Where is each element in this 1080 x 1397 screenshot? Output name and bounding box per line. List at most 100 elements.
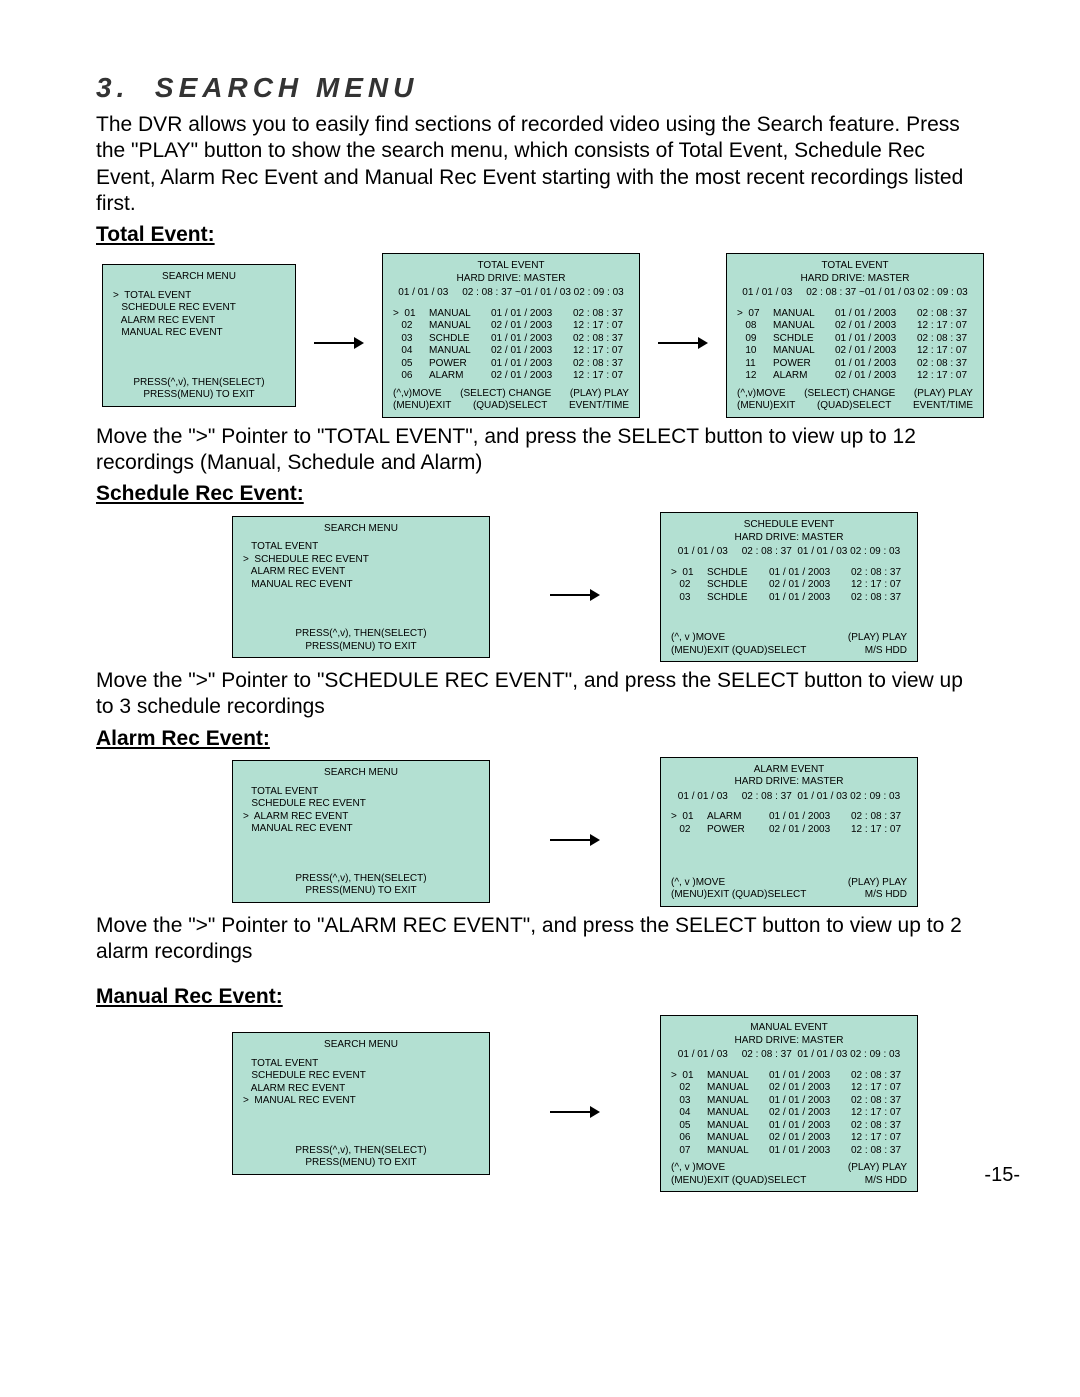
menu-item[interactable]: SCHEDULE REC EVENT <box>243 1070 479 1083</box>
table-row[interactable]: 05POWER01 / 01 / 200302 : 08 : 37 <box>393 358 629 371</box>
screen-title: SEARCH MENU <box>243 767 479 780</box>
total-event-screen-1: TOTAL EVENTHARD DRIVE: MASTER01 / 01 / 0… <box>382 253 640 418</box>
menu-item[interactable]: TOTAL EVENT <box>243 1058 479 1071</box>
date-range: 01 / 01 / 03 02 : 08 : 37 ~01 / 01 / 03 … <box>393 287 629 300</box>
table-row[interactable]: 05MANUAL01 / 01 / 200302 : 08 : 37 <box>671 1120 907 1133</box>
hint: (^, v )MOVE(PLAY) PLAY(MENU)EXIT (QUAD)S… <box>671 1161 907 1187</box>
table-row[interactable]: > 01ALARM01 / 01 / 200302 : 08 : 37 <box>671 811 907 824</box>
event-table: > 01SCHDLE01 / 01 / 200302 : 08 : 37 02S… <box>671 567 907 628</box>
table-row[interactable]: 02SCHDLE02 / 01 / 200312 : 17 : 07 <box>671 579 907 592</box>
screen-title: ALARM EVENT <box>671 764 907 777</box>
event-table: > 01ALARM01 / 01 / 200302 : 08 : 37 02PO… <box>671 811 907 872</box>
hard-drive-label: HARD DRIVE: MASTER <box>671 776 907 789</box>
date-range: 01 / 01 / 03 02 : 08 : 37 01 / 01 / 03 0… <box>671 791 907 804</box>
arrow-icon <box>658 329 708 357</box>
screen-title: MANUAL EVENT <box>671 1022 907 1035</box>
manual-event-screen: MANUAL EVENTHARD DRIVE: MASTER01 / 01 / … <box>660 1015 918 1192</box>
screen-title: TOTAL EVENT <box>393 260 629 273</box>
menu-item[interactable]: ALARM REC EVENT <box>113 315 285 328</box>
menu-item[interactable]: TOTAL EVENT <box>243 786 479 799</box>
menu-item[interactable]: > MANUAL REC EVENT <box>243 1095 479 1108</box>
date-range: 01 / 01 / 03 02 : 08 : 37 01 / 01 / 03 0… <box>671 546 907 559</box>
arrow-icon <box>550 581 600 609</box>
table-row[interactable]: > 01MANUAL01 / 01 / 200302 : 08 : 37 <box>671 1070 907 1083</box>
table-row[interactable]: > 01SCHDLE01 / 01 / 200302 : 08 : 37 <box>671 567 907 580</box>
table-row[interactable]: 10MANUAL02 / 01 / 200312 : 17 : 07 <box>737 345 973 358</box>
total-event-header: Total Event: <box>96 223 984 247</box>
hard-drive-label: HARD DRIVE: MASTER <box>671 532 907 545</box>
hard-drive-label: HARD DRIVE: MASTER <box>737 273 973 286</box>
hint: (^,v)MOVE(SELECT) CHANGE(PLAY) PLAY(MENU… <box>393 387 629 413</box>
menu-item[interactable]: MANUAL REC EVENT <box>113 327 285 340</box>
arrow-icon <box>550 826 600 854</box>
alarm-row: SEARCH MENU TOTAL EVENT SCHEDULE REC EVE… <box>166 757 984 907</box>
table-row[interactable]: 04MANUAL02 / 01 / 200312 : 17 : 07 <box>671 1107 907 1120</box>
menu-item[interactable]: ALARM REC EVENT <box>243 1083 479 1096</box>
menu-item[interactable]: > SCHEDULE REC EVENT <box>243 554 479 567</box>
menu-item[interactable]: MANUAL REC EVENT <box>243 823 479 836</box>
menu-item[interactable]: TOTAL EVENT <box>243 541 479 554</box>
alarm-text: Move the ">" Pointer to "ALARM REC EVENT… <box>96 913 984 966</box>
screen-title: SEARCH MENU <box>113 271 285 284</box>
hint: (^, v )MOVE(PLAY) PLAY(MENU)EXIT (QUAD)S… <box>671 631 907 657</box>
search-menu-screen-manual: SEARCH MENU TOTAL EVENT SCHEDULE REC EVE… <box>232 1032 490 1175</box>
table-row[interactable]: 08MANUAL02 / 01 / 200312 : 17 : 07 <box>737 320 973 333</box>
total-event-screen-2: TOTAL EVENTHARD DRIVE: MASTER01 / 01 / 0… <box>726 253 984 418</box>
table-row[interactable]: 03SCHDLE01 / 01 / 200302 : 08 : 37 <box>671 592 907 605</box>
section-title: 3. SEARCH MENU <box>96 72 984 104</box>
schedule-text: Move the ">" Pointer to "SCHEDULE REC EV… <box>96 668 984 721</box>
total-event-text: Move the ">" Pointer to "TOTAL EVENT", a… <box>96 424 984 477</box>
manual-row: SEARCH MENU TOTAL EVENT SCHEDULE REC EVE… <box>166 1015 984 1192</box>
menu-item[interactable]: > TOTAL EVENT <box>113 290 285 303</box>
screen-title: TOTAL EVENT <box>737 260 973 273</box>
table-row[interactable]: 06MANUAL02 / 01 / 200312 : 17 : 07 <box>671 1132 907 1145</box>
search-menu-screen-schedule: SEARCH MENU TOTAL EVENT> SCHEDULE REC EV… <box>232 516 490 659</box>
table-row[interactable]: 12ALARM02 / 01 / 200312 : 17 : 07 <box>737 370 973 383</box>
schedule-event-screen: SCHEDULE EVENTHARD DRIVE: MASTER01 / 01 … <box>660 512 918 662</box>
menu-item[interactable]: SCHEDULE REC EVENT <box>243 798 479 811</box>
table-row[interactable]: 02POWER02 / 01 / 200312 : 17 : 07 <box>671 824 907 837</box>
date-range: 01 / 01 / 03 02 : 08 : 37 01 / 01 / 03 0… <box>671 1049 907 1062</box>
table-row[interactable]: 11POWER01 / 01 / 200302 : 08 : 37 <box>737 358 973 371</box>
table-row[interactable]: 02MANUAL02 / 01 / 200312 : 17 : 07 <box>671 1082 907 1095</box>
search-menu-screen-total: SEARCH MENU > TOTAL EVENT SCHEDULE REC EV… <box>102 264 296 407</box>
total-event-row: SEARCH MENU > TOTAL EVENT SCHEDULE REC EV… <box>102 253 984 418</box>
intro-text: The DVR allows you to easily find sectio… <box>96 112 984 217</box>
hint: (^,v)MOVE(SELECT) CHANGE(PLAY) PLAY(MENU… <box>737 387 973 413</box>
menu-item[interactable]: ALARM REC EVENT <box>243 566 479 579</box>
search-menu-screen-alarm: SEARCH MENU TOTAL EVENT SCHEDULE REC EVE… <box>232 760 490 903</box>
arrow-icon <box>314 329 364 357</box>
schedule-header: Schedule Rec Event: <box>96 482 984 506</box>
alarm-event-screen: ALARM EVENTHARD DRIVE: MASTER 01 / 01 / 0… <box>660 757 918 907</box>
event-table: > 01MANUAL01 / 01 / 200302 : 08 : 37 02M… <box>671 1070 907 1158</box>
screen-title: SEARCH MENU <box>243 523 479 536</box>
screen-title: SEARCH MENU <box>243 1039 479 1052</box>
hard-drive-label: HARD DRIVE: MASTER <box>671 1035 907 1048</box>
event-table: > 07MANUAL01 / 01 / 200302 : 08 : 37 08M… <box>737 308 973 383</box>
manual-header: Manual Rec Event: <box>96 985 984 1009</box>
hint: PRESS(^,v), THEN(SELECT)PRESS(MENU) TO E… <box>243 872 479 898</box>
menu-item[interactable]: > ALARM REC EVENT <box>243 811 479 824</box>
menu-item[interactable]: SCHEDULE REC EVENT <box>113 302 285 315</box>
table-row[interactable]: 03MANUAL01 / 01 / 200302 : 08 : 37 <box>671 1095 907 1108</box>
table-row[interactable]: 07MANUAL01 / 01 / 200302 : 08 : 37 <box>671 1145 907 1158</box>
table-row[interactable]: 02MANUAL02 / 01 / 200312 : 17 : 07 <box>393 320 629 333</box>
hint: PRESS(^,v), THEN(SELECT)PRESS(MENU) TO E… <box>113 376 285 402</box>
hard-drive-label: HARD DRIVE: MASTER <box>393 273 629 286</box>
hint: PRESS(^,v), THEN(SELECT)PRESS(MENU) TO E… <box>243 627 479 653</box>
alarm-header: Alarm Rec Event: <box>96 727 984 751</box>
page-number: -15- <box>984 1164 1020 1187</box>
table-row[interactable]: > 01MANUAL01 / 01 / 200302 : 08 : 37 <box>393 308 629 321</box>
menu-item[interactable]: MANUAL REC EVENT <box>243 579 479 592</box>
table-row[interactable]: > 07MANUAL01 / 01 / 200302 : 08 : 37 <box>737 308 973 321</box>
schedule-row: SEARCH MENU TOTAL EVENT> SCHEDULE REC EV… <box>166 512 984 662</box>
hint: (^, v )MOVE(PLAY) PLAY(MENU)EXIT (QUAD)S… <box>671 876 907 902</box>
table-row[interactable]: 06ALARM02 / 01 / 200312 : 17 : 07 <box>393 370 629 383</box>
table-row[interactable]: 09SCHDLE01 / 01 / 200302 : 08 : 37 <box>737 333 973 346</box>
screen-title: SCHEDULE EVENT <box>671 519 907 532</box>
table-row[interactable]: 04MANUAL02 / 01 / 200312 : 17 : 07 <box>393 345 629 358</box>
date-range: 01 / 01 / 03 02 : 08 : 37 ~01 / 01 / 03 … <box>737 287 973 300</box>
table-row[interactable]: 03SCHDLE01 / 01 / 200302 : 08 : 37 <box>393 333 629 346</box>
arrow-icon <box>550 1098 600 1126</box>
event-table: > 01MANUAL01 / 01 / 200302 : 08 : 37 02M… <box>393 308 629 383</box>
